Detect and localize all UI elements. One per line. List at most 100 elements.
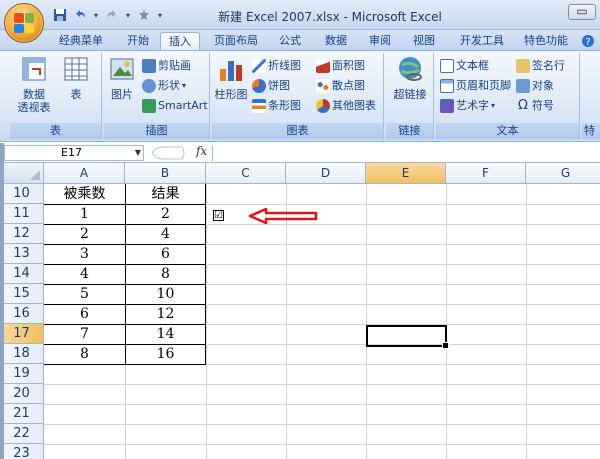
area-chart-button[interactable]: 面积图: [316, 57, 365, 75]
column-header-b[interactable]: B: [125, 163, 206, 184]
cell-b13[interactable]: 6: [125, 244, 206, 264]
column-header-f[interactable]: F: [446, 163, 526, 184]
window-title: 新建 Excel 2007.xlsx - Microsoft Excel: [218, 10, 442, 24]
formula-bar: E17 ▼ fx: [0, 143, 600, 163]
row-header-10[interactable]: 10: [0, 184, 44, 204]
selected-cell-e17[interactable]: [366, 325, 449, 349]
office-button[interactable]: [4, 3, 44, 43]
row-header-12[interactable]: 12: [0, 224, 44, 244]
customize-dropdown-icon[interactable]: ▾: [156, 8, 164, 24]
checkbox-icon[interactable]: ☑: [213, 210, 224, 221]
row-header-23[interactable]: 23: [0, 444, 44, 459]
dropdown-icon[interactable]: ▾: [124, 8, 132, 24]
save-icon[interactable]: [52, 8, 68, 24]
office-logo-icon: [14, 13, 34, 33]
formula-input[interactable]: [212, 145, 600, 161]
name-box[interactable]: E17 ▼: [4, 145, 144, 161]
cell-b17[interactable]: 14: [125, 324, 206, 344]
cell-a10[interactable]: 被乘数: [44, 184, 125, 204]
tab-special[interactable]: 特色功能: [516, 32, 576, 50]
cell-a17[interactable]: 7: [44, 324, 125, 344]
table-border-row: [44, 284, 206, 285]
cell-a18[interactable]: 8: [44, 344, 125, 364]
scatter-chart-icon: [316, 79, 330, 93]
tab-classic-menu[interactable]: 经典菜单: [52, 32, 110, 50]
tab-developer[interactable]: 开发工具: [452, 32, 512, 50]
shapes-button[interactable]: 形状 ▾: [142, 77, 186, 95]
cell-a14[interactable]: 4: [44, 264, 125, 284]
signature-button[interactable]: 签名行: [516, 57, 565, 75]
tab-formulas[interactable]: 公式: [270, 32, 310, 50]
bar-chart-label: 条形图: [268, 99, 301, 112]
row-header-11[interactable]: 11: [0, 204, 44, 224]
cell-b12[interactable]: 4: [125, 224, 206, 244]
table-border-bottom: [44, 364, 206, 365]
minimize-icon[interactable]: ▭: [568, 4, 596, 20]
row-header-16[interactable]: 16: [0, 304, 44, 324]
chevron-down-icon[interactable]: ▼: [135, 146, 141, 160]
cell-b15[interactable]: 10: [125, 284, 206, 304]
picture-button[interactable]: 图片: [106, 55, 138, 101]
gridline: [44, 444, 600, 445]
cell-b10[interactable]: 结果: [125, 184, 206, 204]
pie-chart-button[interactable]: 饼图: [252, 77, 290, 95]
cell-a16[interactable]: 6: [44, 304, 125, 324]
tab-home[interactable]: 开始: [118, 32, 158, 50]
cell-b14[interactable]: 8: [125, 264, 206, 284]
symbol-button[interactable]: Ω 符号: [516, 97, 554, 115]
cell-b16[interactable]: 12: [125, 304, 206, 324]
row-header-18[interactable]: 18: [0, 344, 44, 364]
textbox-button[interactable]: 文本框: [440, 57, 489, 75]
help-icon[interactable]: ?: [580, 32, 596, 50]
worksheet-grid[interactable]: A B C D E F G 10 11 12 13 14 15 16 17 18…: [0, 163, 600, 459]
column-header-c[interactable]: C: [206, 163, 286, 184]
row-header-17[interactable]: 17: [0, 324, 44, 344]
clipart-button[interactable]: 剪贴画: [142, 57, 191, 75]
wordart-button[interactable]: 艺术字 ▾: [440, 97, 495, 115]
row-header-19[interactable]: 19: [0, 364, 44, 384]
line-chart-button[interactable]: 折线图: [252, 57, 301, 75]
column-header-g[interactable]: G: [526, 163, 600, 184]
cell-a13[interactable]: 3: [44, 244, 125, 264]
select-all-corner[interactable]: [0, 163, 44, 184]
insert-function-icon[interactable]: fx: [196, 144, 207, 158]
tab-review[interactable]: 审阅: [360, 32, 400, 50]
tab-page-layout[interactable]: 页面布局: [206, 32, 266, 50]
other-charts-button[interactable]: 其他图表: [316, 97, 376, 115]
header-footer-label: 页眉和页脚: [456, 79, 511, 92]
row-header-20[interactable]: 20: [0, 384, 44, 404]
pivot-table-button[interactable]: 数据 透视表: [14, 55, 54, 114]
header-footer-button[interactable]: 页眉和页脚: [440, 77, 511, 95]
tab-data[interactable]: 数据: [316, 32, 356, 50]
table-button[interactable]: 表: [58, 55, 94, 101]
tab-view[interactable]: 视图: [404, 32, 444, 50]
scatter-chart-button[interactable]: 散点图: [316, 77, 365, 95]
cell-a12[interactable]: 2: [44, 224, 125, 244]
row-header-15[interactable]: 15: [0, 284, 44, 304]
column-header-d[interactable]: D: [286, 163, 366, 184]
column-header-e[interactable]: E: [366, 163, 446, 184]
customize-icon[interactable]: [136, 8, 152, 24]
tab-insert[interactable]: 插入: [160, 32, 200, 50]
smartart-button[interactable]: SmartArt: [142, 97, 208, 115]
cell-b18[interactable]: 16: [125, 344, 206, 364]
formula-slider-icon[interactable]: [148, 145, 188, 161]
cell-b11[interactable]: 2: [125, 204, 206, 224]
undo-icon[interactable]: [72, 8, 88, 24]
row-header-22[interactable]: 22: [0, 424, 44, 444]
bar-chart-button[interactable]: 条形图: [252, 97, 301, 115]
row-header-13[interactable]: 13: [0, 244, 44, 264]
cell-a11[interactable]: 1: [44, 204, 125, 224]
gridline: [366, 184, 367, 459]
hyperlink-button[interactable]: 超链接: [390, 55, 430, 101]
row-header-14[interactable]: 14: [0, 264, 44, 284]
redo-icon[interactable]: [104, 8, 120, 24]
cell-a15[interactable]: 5: [44, 284, 125, 304]
object-button[interactable]: 对象: [516, 77, 554, 95]
column-chart-button[interactable]: 柱形图: [214, 55, 248, 101]
gridline: [206, 184, 207, 459]
quick-access-toolbar: ▾ ▾ ▾: [52, 7, 164, 25]
row-header-21[interactable]: 21: [0, 404, 44, 424]
dropdown-icon[interactable]: ▾: [92, 8, 100, 24]
column-header-a[interactable]: A: [44, 163, 125, 184]
